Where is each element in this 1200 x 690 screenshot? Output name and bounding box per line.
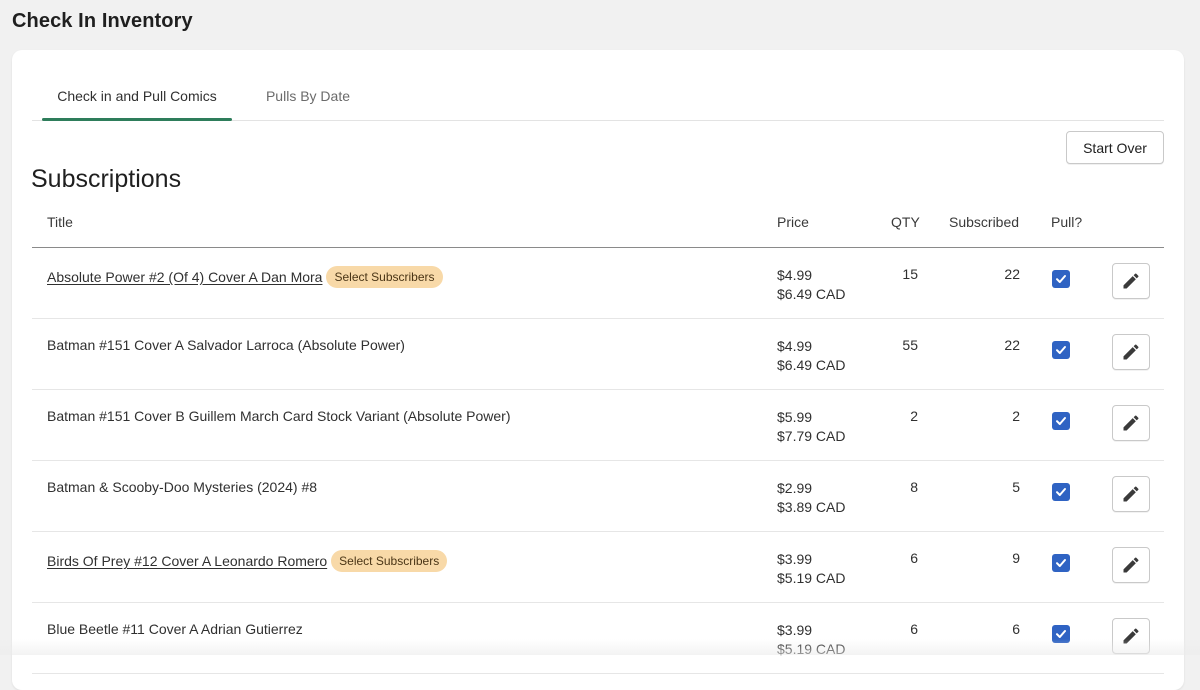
pull-checkbox[interactable] <box>1052 270 1070 288</box>
price-cell: $4.99 $6.49 CAD <box>777 266 845 304</box>
price-cell: $3.99 $5.19 CAD <box>777 621 845 659</box>
start-over-button[interactable]: Start Over <box>1066 131 1164 164</box>
tab-pulls-by-date[interactable]: Pulls By Date <box>254 74 362 120</box>
section-title: Subscriptions <box>31 165 182 193</box>
pull-checkbox[interactable] <box>1052 554 1070 572</box>
subscriptions-table: Title Price QTY Subscribed Pull? Absolut… <box>32 200 1164 674</box>
title-cell: Birds Of Prey #12 Cover A Leonardo Romer… <box>47 550 448 572</box>
header-qty: QTY <box>891 214 920 230</box>
edit-button[interactable] <box>1112 476 1150 512</box>
header-pull: Pull? <box>1051 214 1083 230</box>
comic-title: Blue Beetle #11 Cover A Adrian Gutierrez <box>47 621 303 637</box>
qty-cell: 8 <box>910 479 918 495</box>
comic-title-link[interactable]: Absolute Power #2 (Of 4) Cover A Dan Mor… <box>47 269 322 285</box>
tab-check-in-and-pull[interactable]: Check in and Pull Comics <box>42 74 232 121</box>
title-cell: Batman #151 Cover B Guillem March Card S… <box>47 408 511 424</box>
price-cad: $5.19 CAD <box>777 641 846 657</box>
title-cell: Batman & Scooby-Doo Mysteries (2024) #8 <box>47 479 317 495</box>
qty-cell: 55 <box>902 337 918 353</box>
header-title: Title <box>47 214 73 230</box>
edit-button[interactable] <box>1112 618 1150 654</box>
price-usd: $2.99 <box>777 480 813 496</box>
qty-cell: 2 <box>910 408 918 424</box>
table-body: Absolute Power #2 (Of 4) Cover A Dan Mor… <box>32 248 1164 674</box>
select-subscribers-badge[interactable]: Select Subscribers <box>326 266 443 288</box>
subscribed-cell: 9 <box>1012 550 1020 566</box>
subscribed-cell: 5 <box>1012 479 1020 495</box>
subscribed-cell: 22 <box>1004 266 1020 282</box>
pull-checkbox[interactable] <box>1052 412 1070 430</box>
subscribed-cell: 22 <box>1004 337 1020 353</box>
header-price: Price <box>777 214 809 230</box>
price-cell: $5.99 $7.79 CAD <box>777 408 845 446</box>
edit-button[interactable] <box>1112 263 1150 299</box>
pull-checkbox[interactable] <box>1052 341 1070 359</box>
price-usd: $3.99 <box>777 622 813 638</box>
title-cell: Blue Beetle #11 Cover A Adrian Gutierrez <box>47 621 303 637</box>
subscribed-cell: 2 <box>1012 408 1020 424</box>
comic-title-link[interactable]: Birds Of Prey #12 Cover A Leonardo Romer… <box>47 553 327 569</box>
price-usd: $4.99 <box>777 267 813 283</box>
comic-title: Batman & Scooby-Doo Mysteries (2024) #8 <box>47 479 318 495</box>
pull-checkbox[interactable] <box>1052 625 1070 643</box>
table-row: Batman #151 Cover A Salvador Larroca (Ab… <box>32 319 1164 390</box>
price-cad: $6.49 CAD <box>777 286 846 302</box>
table-row: Absolute Power #2 (Of 4) Cover A Dan Mor… <box>32 248 1164 319</box>
main-card: Check in and Pull Comics Pulls By Date S… <box>12 50 1184 690</box>
table-row: Blue Beetle #11 Cover A Adrian Gutierrez… <box>32 603 1164 674</box>
price-usd: $4.99 <box>777 338 813 354</box>
price-cell: $2.99 $3.89 CAD <box>777 479 845 517</box>
title-cell: Absolute Power #2 (Of 4) Cover A Dan Mor… <box>47 266 443 288</box>
price-cad: $3.89 CAD <box>777 499 846 515</box>
table-row: Batman #151 Cover B Guillem March Card S… <box>32 390 1164 461</box>
qty-cell: 6 <box>910 621 918 637</box>
subscribed-cell: 6 <box>1012 621 1020 637</box>
header-subscribed: Subscribed <box>949 214 1020 230</box>
price-cell: $4.99 $6.49 CAD <box>777 337 845 375</box>
price-cad: $6.49 CAD <box>777 357 846 373</box>
title-cell: Batman #151 Cover A Salvador Larroca (Ab… <box>47 337 405 353</box>
price-cad: $7.79 CAD <box>777 428 846 444</box>
price-cad: $5.19 CAD <box>777 570 846 586</box>
qty-cell: 6 <box>910 550 918 566</box>
page-title: Check In Inventory <box>12 10 193 32</box>
tab-bar: Check in and Pull Comics Pulls By Date <box>32 74 1164 121</box>
edit-button[interactable] <box>1112 547 1150 583</box>
edit-button[interactable] <box>1112 334 1150 370</box>
table-header: Title Price QTY Subscribed Pull? <box>32 200 1164 248</box>
comic-title: Batman #151 Cover A Salvador Larroca (Ab… <box>47 337 405 353</box>
price-usd: $3.99 <box>777 551 813 567</box>
edit-button[interactable] <box>1112 405 1150 441</box>
table-row: Batman & Scooby-Doo Mysteries (2024) #8 $… <box>32 461 1164 532</box>
price-cell: $3.99 $5.19 CAD <box>777 550 845 588</box>
comic-title: Batman #151 Cover B Guillem March Card S… <box>47 408 511 424</box>
pull-checkbox[interactable] <box>1052 483 1070 501</box>
table-row: Birds Of Prey #12 Cover A Leonardo Romer… <box>32 532 1164 603</box>
qty-cell: 15 <box>902 266 918 282</box>
price-usd: $5.99 <box>777 409 813 425</box>
select-subscribers-badge[interactable]: Select Subscribers <box>331 550 448 572</box>
